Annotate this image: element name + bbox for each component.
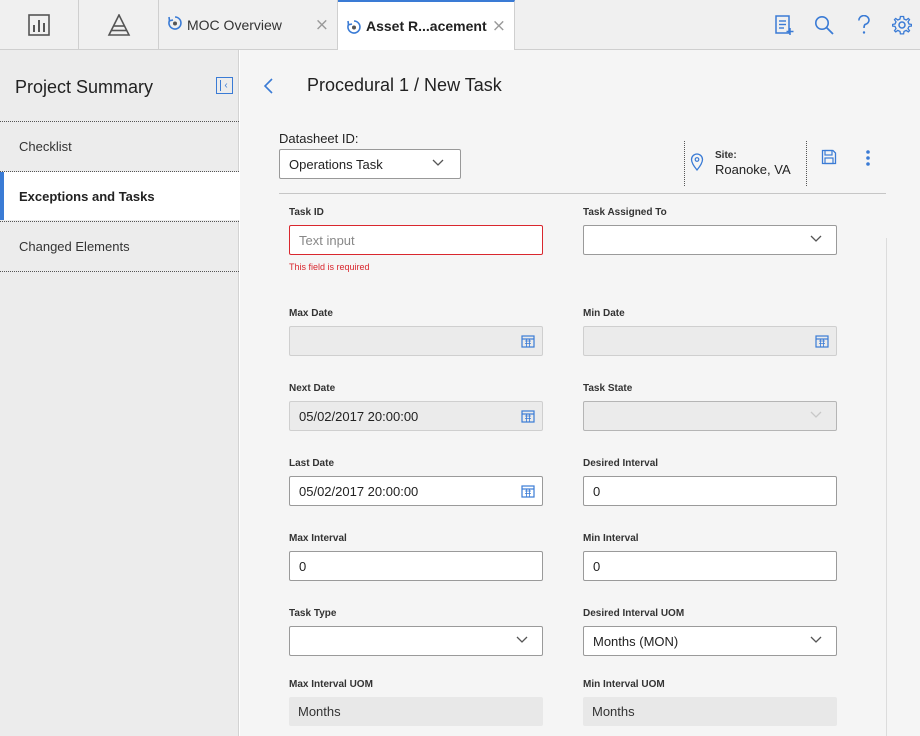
search-icon (815, 15, 834, 35)
min-interval-uom-label: Min Interval UOM (583, 679, 665, 690)
calendar-icon (815, 335, 829, 348)
tab-moc-overview[interactable]: MOC Overview × (159, 0, 338, 49)
min-interval-uom-value: Months (583, 697, 837, 726)
chevron-down-icon (432, 159, 444, 166)
desired-interval-label: Desired Interval (583, 458, 659, 469)
divider (279, 193, 886, 194)
main-panel: Procedural 1 / New Task Datasheet ID: Op… (240, 50, 920, 736)
sidebar-title: Project Summary (15, 77, 154, 97)
pyramid-icon (107, 13, 130, 36)
sidebar-item-label: Changed Elements (19, 238, 130, 254)
top-bar: MOC Overview × Asset R...acement × (0, 0, 920, 50)
datasheet-label: Datasheet ID: (279, 131, 359, 146)
dashboard-icon (28, 13, 50, 36)
desired-interval-uom-value: Months (MON) (593, 634, 679, 649)
moc-icon (347, 20, 361, 34)
task-id-error: This field is required (289, 262, 370, 272)
page-title: Procedural 1 / New Task (307, 75, 502, 95)
moc-icon (168, 16, 182, 30)
task-id-input[interactable]: Text input (289, 225, 543, 255)
desired-interval-uom-label: Desired Interval UOM (583, 608, 685, 619)
max-date-label: Max Date (289, 308, 333, 319)
min-date-input (583, 326, 837, 356)
sidebar-item-label: Exceptions and Tasks (19, 188, 155, 204)
settings-button[interactable] (884, 0, 920, 49)
min-interval-value: 0 (593, 559, 601, 574)
tab-asset-replacement[interactable]: Asset R...acement × (338, 0, 515, 50)
sidebar-item-label: Checklist (19, 138, 72, 154)
task-assigned-to-select[interactable] (583, 225, 837, 255)
chevron-down-icon (516, 636, 528, 643)
task-state-label: Task State (583, 383, 633, 394)
max-interval-uom-value: Months (289, 697, 543, 726)
task-state-select (583, 401, 837, 431)
sidebar-item-changed-elements[interactable]: Changed Elements (0, 222, 239, 270)
chevron-down-icon (810, 411, 822, 418)
desired-interval-value: 0 (593, 484, 601, 499)
sidebar: Project Summary ‹ Checklist Exceptions a… (0, 50, 239, 736)
gear-icon (892, 15, 912, 35)
tab-label: MOC Overview (187, 16, 282, 33)
collapse-sidebar-button[interactable]: ‹ (216, 77, 233, 94)
max-interval-label: Max Interval (289, 533, 347, 544)
clipboard-add-icon (775, 14, 794, 35)
divider (806, 141, 807, 186)
desired-interval-input[interactable]: 0 (583, 476, 837, 506)
desired-interval-uom-select[interactable]: Months (MON) (583, 626, 837, 656)
last-date-label: Last Date (289, 458, 335, 469)
task-type-select[interactable] (289, 626, 543, 656)
close-icon[interactable]: × (492, 16, 506, 36)
chevron-down-icon (810, 235, 822, 242)
calendar-icon (521, 410, 535, 423)
divider (0, 271, 239, 272)
tab-label: Asset R...acement (366, 18, 487, 34)
calendar-icon (521, 335, 535, 348)
next-date-input: 05/02/2017 20:00:00 (289, 401, 543, 431)
chevron-down-icon (810, 636, 822, 643)
search-button[interactable] (804, 0, 844, 49)
help-button[interactable] (844, 0, 884, 49)
divider (886, 238, 887, 736)
min-interval-label: Min Interval (583, 533, 639, 544)
calendar-icon[interactable] (521, 484, 535, 498)
hierarchy-tab[interactable] (79, 0, 159, 49)
more-vertical-icon[interactable] (866, 150, 870, 166)
datasheet-value: Operations Task (289, 157, 383, 172)
dashboard-tab[interactable] (0, 0, 79, 49)
save-icon[interactable] (821, 149, 837, 165)
max-interval-value: 0 (299, 559, 307, 574)
task-id-placeholder: Text input (299, 233, 355, 248)
divider (684, 141, 685, 186)
close-icon[interactable]: × (315, 15, 329, 35)
task-id-label: Task ID (289, 207, 324, 218)
task-type-label: Task Type (289, 608, 337, 619)
chevron-left-icon: ‹ (224, 80, 228, 91)
location-pin-icon (690, 153, 704, 171)
datasheet-select[interactable]: Operations Task (279, 149, 461, 179)
site-value: Roanoke, VA (715, 162, 791, 177)
max-interval-uom-label: Max Interval UOM (289, 679, 373, 690)
question-icon (858, 14, 870, 34)
new-report-button[interactable] (764, 0, 804, 49)
min-interval-input[interactable]: 0 (583, 551, 837, 581)
next-date-label: Next Date (289, 383, 336, 394)
sidebar-item-checklist[interactable]: Checklist (0, 122, 239, 170)
min-date-label: Min Date (583, 308, 625, 319)
back-chevron-icon[interactable] (262, 77, 276, 95)
last-date-input[interactable]: 05/02/2017 20:00:00 (289, 476, 543, 506)
task-assigned-to-label: Task Assigned To (583, 207, 667, 218)
site-label: Site: (715, 150, 737, 161)
sidebar-item-exceptions-and-tasks[interactable]: Exceptions and Tasks (0, 172, 239, 220)
next-date-value: 05/02/2017 20:00:00 (299, 409, 419, 424)
max-interval-input[interactable]: 0 (289, 551, 543, 581)
max-date-input (289, 326, 543, 356)
last-date-value: 05/02/2017 20:00:00 (299, 484, 419, 499)
